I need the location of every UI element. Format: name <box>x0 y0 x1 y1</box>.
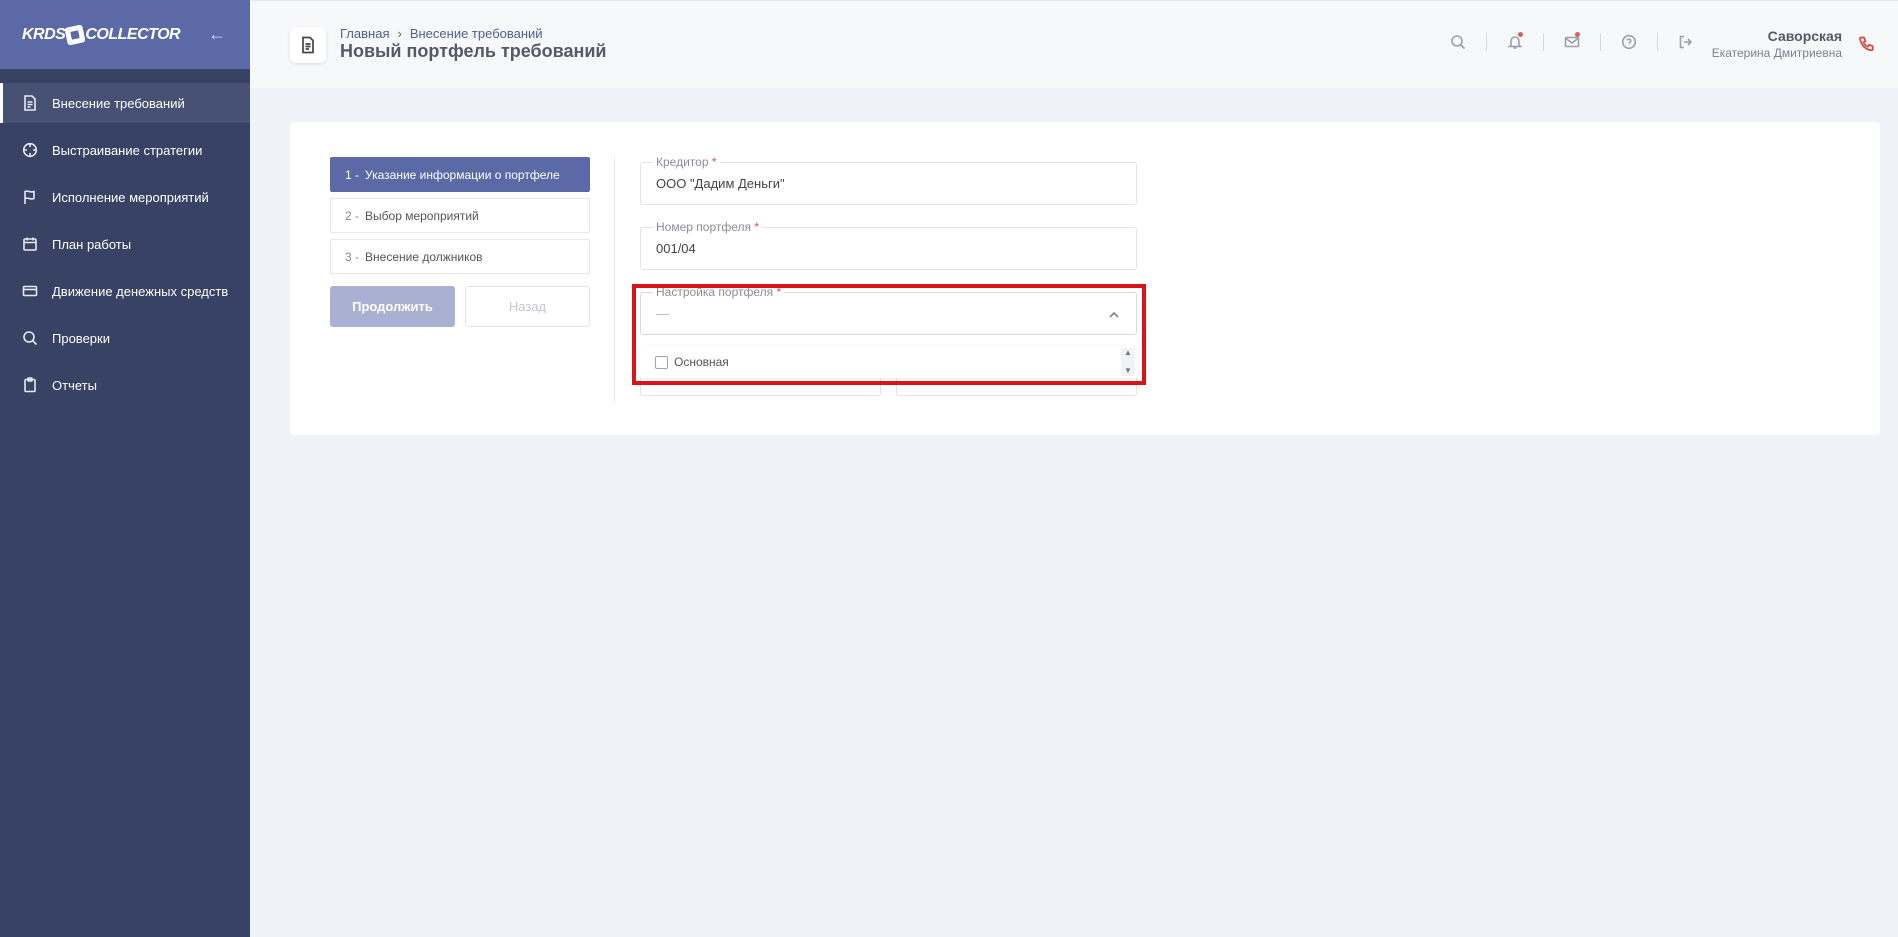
portfolio-number-field[interactable]: Номер портфеля * 001/04 <box>640 220 1137 270</box>
breadcrumb-home-link[interactable]: Главная <box>340 26 389 41</box>
creditor-field[interactable]: Кредитор * ООО "Дадим Деньги" <box>640 155 1137 205</box>
sidebar-item-activities[interactable]: Исполнение мероприятий <box>0 177 250 217</box>
portfolio-wizard-card: 1 - Указание информации о портфеле 2 - В… <box>290 122 1880 435</box>
breadcrumb: Главная › Внесение требований <box>340 26 543 41</box>
portfolio-number-value: 001/04 <box>656 241 696 256</box>
clipboard-icon <box>22 377 38 393</box>
wizard-buttons: Продолжить Назад <box>330 286 590 327</box>
notification-dot <box>1575 32 1580 37</box>
sidebar-item-checks[interactable]: Проверки <box>0 318 250 358</box>
step-select-activities[interactable]: 2 - Выбор мероприятий <box>330 198 590 233</box>
phone-icon[interactable] <box>1858 35 1876 58</box>
sidebar-item-cashflow[interactable]: Движение денежных средств <box>0 271 250 311</box>
breadcrumb-claims-link[interactable]: Внесение требований <box>410 26 543 41</box>
chevron-up-icon[interactable] <box>1108 308 1120 326</box>
sidebar-item-claims[interactable]: Внесение требований <box>0 83 250 123</box>
sidebar-nav: Внесение требований Выстраивание стратег… <box>0 83 250 405</box>
mail-icon[interactable] <box>1544 32 1600 50</box>
top-header: Главная › Внесение требований Новый порт… <box>250 0 1898 88</box>
crosshair-icon <box>22 142 38 158</box>
portfolio-setting-select[interactable]: Настройка портфеля * — <box>640 285 1137 335</box>
document-icon <box>22 95 38 111</box>
sidebar: KRDS COLLECTOR ← Внесение требований Выс… <box>0 0 250 937</box>
help-icon[interactable] <box>1601 34 1657 50</box>
scroll-down-icon[interactable]: ▼ <box>1124 366 1132 376</box>
logout-icon[interactable] <box>1658 34 1714 50</box>
portfolio-setting-dropdown: Основная ▲ ▼ <box>640 346 1137 378</box>
dropdown-scrollbar[interactable]: ▲ ▼ <box>1121 348 1135 376</box>
calendar-icon <box>22 236 38 252</box>
logo: KRDS COLLECTOR <box>22 23 181 46</box>
collapse-sidebar-icon[interactable]: ← <box>208 24 226 45</box>
credit-card-icon <box>22 283 38 299</box>
sidebar-item-reports[interactable]: Отчеты <box>0 365 250 405</box>
search-icon <box>22 330 38 346</box>
sidebar-item-strategy[interactable]: Выстраивание стратегии <box>0 130 250 170</box>
logo-cube-icon <box>64 23 87 46</box>
creditor-label: Кредитор * <box>653 155 720 169</box>
page-title: Новый портфель требований <box>340 41 607 61</box>
step-portfolio-info[interactable]: 1 - Указание информации о портфеле <box>330 157 590 192</box>
search-icon[interactable] <box>1430 34 1486 50</box>
portfolio-setting-label: Настройка портфеля * <box>653 285 785 299</box>
user-first-name: Екатерина Дмитриевна <box>1711 46 1842 60</box>
user-info[interactable]: Саворская Екатерина Дмитриевна <box>1712 28 1842 60</box>
notification-dot <box>1518 32 1523 37</box>
flag-icon <box>22 189 38 205</box>
creditor-value: ООО "Дадим Деньги" <box>656 176 785 191</box>
dropdown-option-main[interactable]: Основная <box>655 355 729 369</box>
portfolio-setting-value: — <box>656 306 669 321</box>
page-document-icon <box>290 27 326 63</box>
vertical-divider <box>614 157 615 402</box>
continue-button[interactable]: Продолжить <box>330 286 455 327</box>
sidebar-header: KRDS COLLECTOR ← <box>0 0 250 69</box>
header-actions <box>1430 32 1714 51</box>
option-checkbox[interactable] <box>655 355 668 369</box>
breadcrumb-separator: › <box>397 26 402 41</box>
step-add-debtors[interactable]: 3 - Внесение должников <box>330 239 590 274</box>
scroll-up-icon[interactable]: ▲ <box>1124 348 1132 358</box>
wizard-steps: 1 - Указание информации о портфеле 2 - В… <box>330 157 590 327</box>
portfolio-number-label: Номер портфеля * <box>653 220 763 234</box>
back-button[interactable]: Назад <box>465 286 590 327</box>
bell-icon[interactable] <box>1487 32 1543 50</box>
user-last-name: Саворская <box>1767 28 1842 44</box>
sidebar-item-work-plan[interactable]: План работы <box>0 224 250 264</box>
